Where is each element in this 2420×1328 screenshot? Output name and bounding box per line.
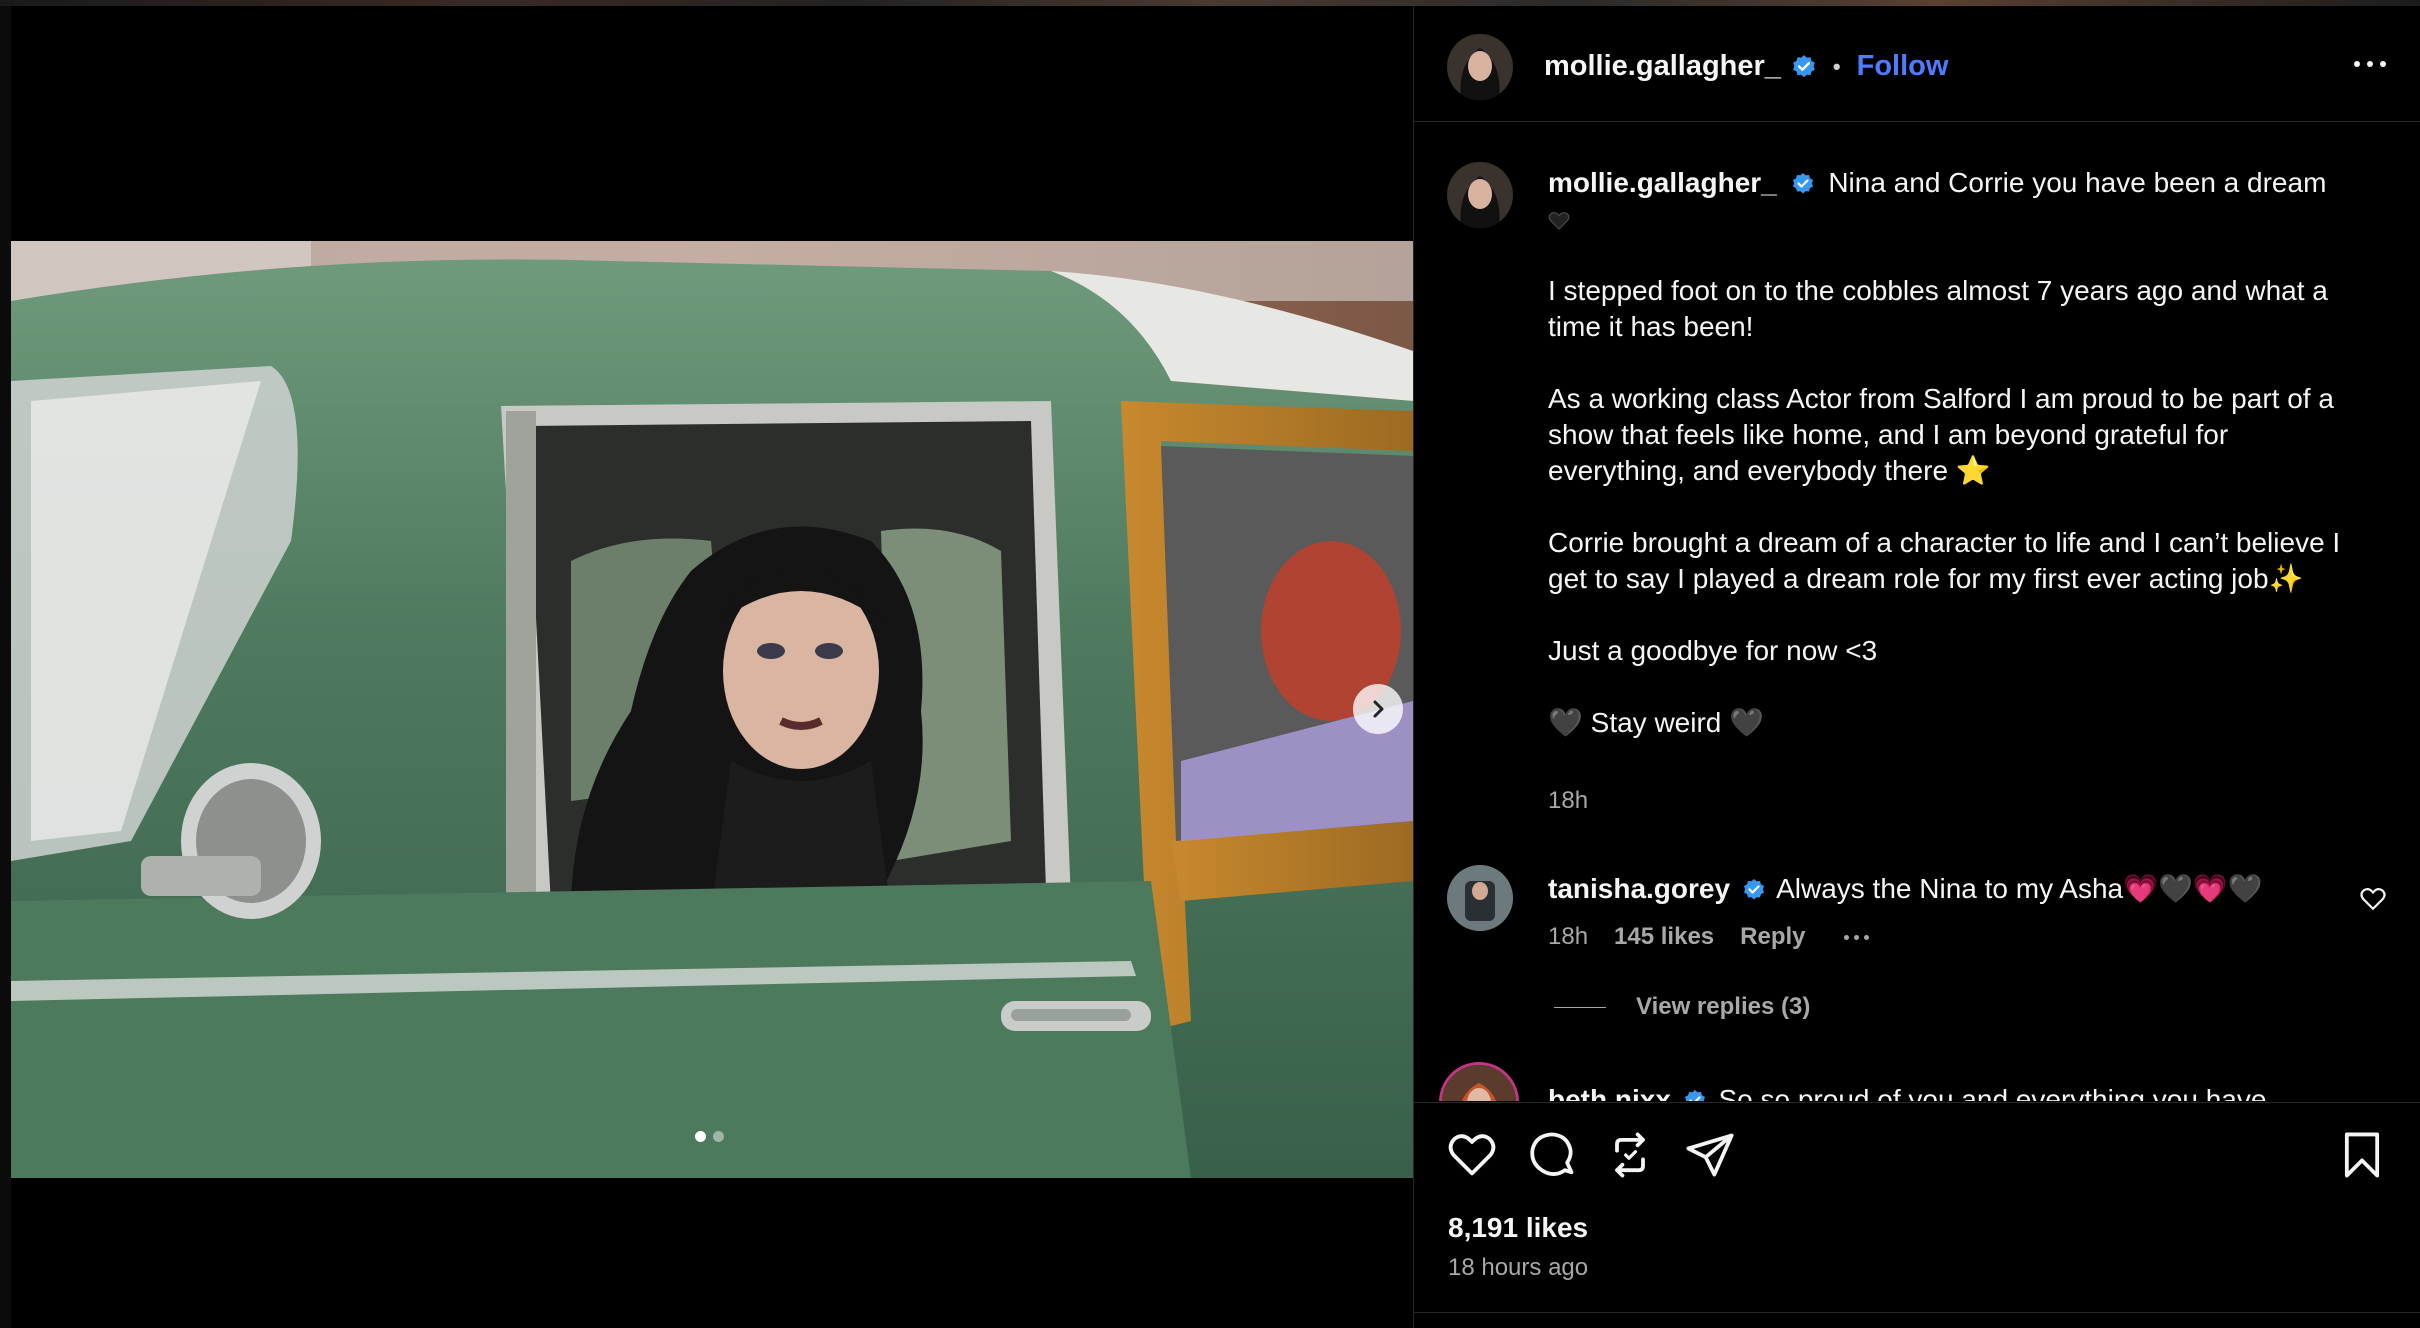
caption-paragraph: Corrie brought a dream of a character to…	[1548, 527, 2341, 594]
car-photo-illustration	[11, 241, 1413, 1178]
separator-dot: •	[1832, 53, 1841, 79]
post-media	[11, 6, 1413, 1328]
avatar-image	[1447, 34, 1513, 100]
author-username[interactable]: mollie.gallagher_	[1544, 50, 1781, 83]
avatar-image	[1447, 162, 1513, 228]
comment-likes[interactable]: 145 likes	[1614, 923, 1714, 951]
avatar-image	[1447, 865, 1513, 931]
next-slide-button[interactable]	[1353, 684, 1403, 734]
bookmark-icon[interactable]	[2336, 1129, 2388, 1181]
caption-paragraph: I stepped foot on to the cobbles almost …	[1548, 275, 2328, 342]
comment-text-line: tanisha.gorey Always the Nina to my Asha…	[1548, 871, 2308, 907]
repost-icon[interactable]	[1604, 1129, 1656, 1181]
verified-badge-icon	[1792, 173, 1813, 194]
author-avatar[interactable]	[1447, 34, 1513, 100]
post-actions: 8,191 likes 18 hours ago	[1414, 1102, 2420, 1328]
post-caption: mollie.gallagher_ Nina and Corrie you ha…	[1548, 165, 2348, 741]
verified-badge-icon	[1684, 1090, 1705, 1101]
likes-count[interactable]: 8,191 likes	[1448, 1212, 1588, 1244]
black-heart-icon	[1548, 211, 1570, 230]
comment-time[interactable]: 18h	[1548, 923, 1588, 951]
caption-author-avatar[interactable]	[1447, 162, 1513, 228]
post-timestamp[interactable]: 18 hours ago	[1448, 1254, 1588, 1282]
comment-icon[interactable]	[1526, 1129, 1578, 1181]
comment-more-icon[interactable]	[1843, 934, 1869, 940]
share-icon[interactable]	[1684, 1129, 1736, 1181]
replies-divider	[1554, 1006, 1606, 1008]
author-line: mollie.gallagher_ • Follow	[1544, 50, 1948, 83]
comment-body: So so proud of you and everything you ha…	[1718, 1084, 2267, 1101]
post-header: mollie.gallagher_ • Follow	[1414, 6, 2420, 122]
divider	[1414, 1312, 2420, 1313]
commenter-avatar-story-ring[interactable]	[1439, 1062, 1519, 1101]
more-options-icon[interactable]	[2354, 56, 2394, 72]
caption-paragraph: Just a goodbye for now <3	[1548, 635, 1878, 666]
caption-username[interactable]: mollie.gallagher_	[1548, 167, 1777, 198]
comments-section[interactable]: mollie.gallagher_ Nina and Corrie you ha…	[1414, 123, 2420, 1101]
avatar-image	[1442, 1065, 1516, 1101]
caption-paragraph: 🖤 Stay weird 🖤	[1548, 707, 1765, 738]
comment-like-icon[interactable]	[2360, 887, 2386, 911]
view-replies-label: View replies (3)	[1636, 993, 1811, 1020]
caption-timestamp[interactable]: 18h	[1548, 787, 1588, 815]
commenter-username[interactable]: tanisha.gorey	[1548, 873, 1730, 904]
caption-first-line: Nina and Corrie you have been a dream	[1828, 167, 2327, 198]
carousel-indicator	[695, 1131, 724, 1142]
commenter-username[interactable]: beth.nixx	[1548, 1084, 1671, 1101]
post-photo	[11, 241, 1413, 1178]
comment-body: Always the Nina to my Asha💗🖤💗🖤	[1776, 873, 2263, 904]
follow-button[interactable]: Follow	[1857, 50, 1949, 83]
commenter-avatar[interactable]	[1447, 865, 1513, 931]
verified-badge-icon	[1743, 879, 1764, 900]
comment-meta: 18h 145 likes Reply	[1548, 923, 1869, 951]
caption-paragraph: As a working class Actor from Salford I …	[1548, 383, 2334, 486]
comment-text-line: beth.nixx So so proud of you and everyth…	[1548, 1082, 2308, 1101]
heart-icon[interactable]	[1446, 1129, 1498, 1181]
post-details-panel: mollie.gallagher_ • Follow mollie.gallag…	[1413, 6, 2420, 1328]
carousel-dot	[713, 1131, 724, 1142]
view-replies-button[interactable]: View replies (3)	[1554, 993, 1810, 1021]
reply-button[interactable]: Reply	[1740, 923, 1805, 951]
verified-badge-icon	[1793, 54, 1815, 77]
carousel-dot-active	[695, 1131, 706, 1142]
chevron-right-icon	[1373, 700, 1384, 718]
